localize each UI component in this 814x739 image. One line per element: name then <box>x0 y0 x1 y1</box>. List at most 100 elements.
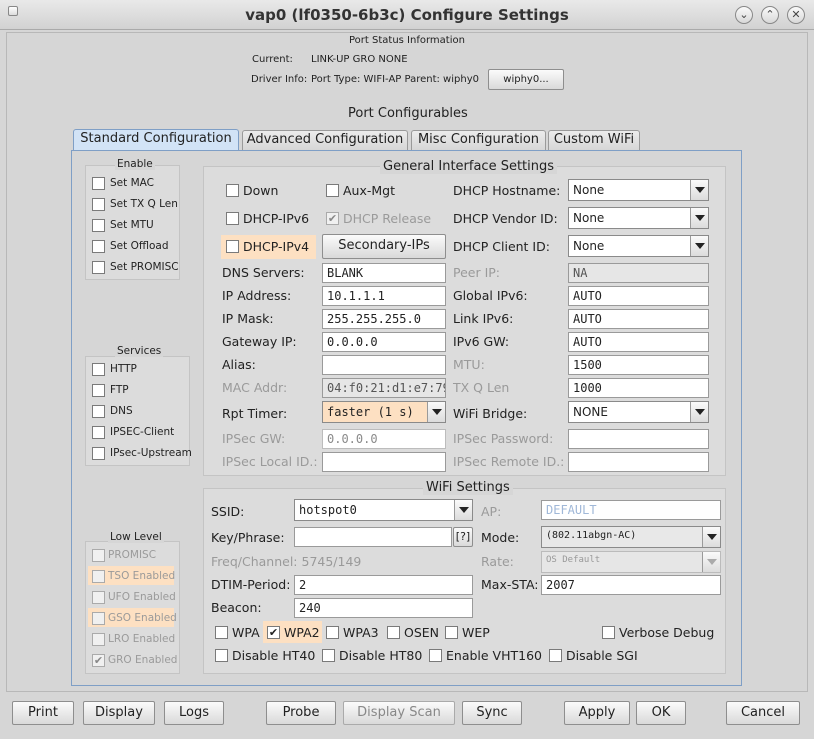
sync-button[interactable]: Sync <box>462 701 522 725</box>
wep-checkbox[interactable] <box>445 626 458 639</box>
set-mtu-checkbox[interactable] <box>92 219 105 232</box>
ipsec-local-id-input[interactable] <box>322 452 446 472</box>
mode-select[interactable]: (802.11abgn-AC) <box>541 526 721 548</box>
port-status-header: Port Status Information <box>349 35 465 46</box>
probe-button[interactable]: Probe <box>266 701 336 725</box>
disable-sgi-label: Disable SGI <box>566 648 638 663</box>
tab-custom-wifi[interactable]: Custom WiFi <box>548 130 640 150</box>
dtim-period-input[interactable]: 2 <box>294 575 473 595</box>
peer-ip-label: Peer IP: <box>453 265 501 280</box>
enable-vht160-checkbox[interactable] <box>429 649 442 662</box>
print-button[interactable]: Print <box>12 701 74 725</box>
key-help-button[interactable]: [?] <box>453 527 473 547</box>
tab-standard-configuration[interactable]: Standard Configuration <box>73 129 239 151</box>
set-mac-checkbox[interactable] <box>92 177 105 190</box>
chevron-down-icon <box>690 402 708 422</box>
aux-mgt-checkbox[interactable] <box>326 184 339 197</box>
txq-len-input[interactable]: 1000 <box>568 378 709 398</box>
set-txqlen-checkbox[interactable] <box>92 198 105 211</box>
wpa3-checkbox[interactable] <box>326 626 339 639</box>
wpa2-checkbox[interactable]: ✔ <box>267 626 280 639</box>
dhcp-release-label: DHCP Release <box>343 211 432 226</box>
set-offload-label: Set Offload <box>110 240 169 252</box>
lro-checkbox[interactable] <box>92 633 105 646</box>
mac-addr-input[interactable]: 04:f0:21:d1:e7:79 <box>322 378 446 398</box>
rpt-timer-select[interactable]: faster (1 s) <box>322 401 446 423</box>
close-icon[interactable]: ✕ <box>787 6 805 24</box>
gso-checkbox[interactable] <box>92 612 105 625</box>
dns-checkbox[interactable] <box>92 405 105 418</box>
wifi-settings-title: WiFi Settings <box>423 480 513 495</box>
gro-checkbox[interactable]: ✔ <box>92 654 105 667</box>
osen-checkbox[interactable] <box>387 626 400 639</box>
global-ipv6-label: Global IPv6: <box>453 288 528 303</box>
verbose-debug-checkbox[interactable] <box>602 626 615 639</box>
osen-label: OSEN <box>404 625 440 640</box>
maximize-icon[interactable]: ⌃ <box>761 6 779 24</box>
ip-address-input[interactable]: 10.1.1.1 <box>322 286 446 306</box>
ufo-checkbox[interactable] <box>92 591 105 604</box>
ipsec-client-checkbox[interactable] <box>92 426 105 439</box>
key-phrase-input[interactable] <box>294 527 452 547</box>
tab-advanced-configuration[interactable]: Advanced Configuration <box>242 130 408 150</box>
gateway-ip-input[interactable]: 0.0.0.0 <box>322 332 446 352</box>
tab-misc-configuration[interactable]: Misc Configuration <box>411 130 546 150</box>
secondary-ips-button[interactable]: Secondary-IPs <box>322 234 446 259</box>
dhcp-vendor-select[interactable]: None <box>568 207 709 229</box>
ok-button[interactable]: OK <box>636 701 686 725</box>
down-label: Down <box>243 183 279 198</box>
chevron-down-icon <box>690 236 708 256</box>
http-checkbox[interactable] <box>92 363 105 376</box>
minimize-icon[interactable]: ⌄ <box>735 6 753 24</box>
disable-ht80-checkbox[interactable] <box>322 649 335 662</box>
dhcp-ipv6-checkbox[interactable] <box>226 212 239 225</box>
ipsec-remote-id-input[interactable] <box>568 452 709 472</box>
ipv6-gw-input[interactable]: AUTO <box>568 332 709 352</box>
dhcp-ipv4-checkbox[interactable] <box>226 240 239 253</box>
disable-ht40-checkbox[interactable] <box>215 649 228 662</box>
max-sta-input[interactable]: 2007 <box>541 575 721 595</box>
beacon-input[interactable]: 240 <box>294 598 473 618</box>
wpa2-label: WPA2 <box>284 625 320 640</box>
wifi-bridge-select[interactable]: NONE <box>568 401 709 423</box>
ipsec-password-input[interactable] <box>568 429 709 449</box>
alias-input[interactable] <box>322 355 446 375</box>
beacon-label: Beacon: <box>211 600 262 615</box>
global-ipv6-input[interactable]: AUTO <box>568 286 709 306</box>
ftp-checkbox[interactable] <box>92 384 105 397</box>
cancel-button[interactable]: Cancel <box>726 701 800 725</box>
set-mtu-label: Set MTU <box>110 219 154 231</box>
ip-mask-input[interactable]: 255.255.255.0 <box>322 309 446 329</box>
dhcp-ipv6-label: DHCP-IPv6 <box>243 211 310 226</box>
display-scan-button[interactable]: Display Scan <box>343 701 455 725</box>
disable-ht40-label: Disable HT40 <box>232 648 316 663</box>
apply-button[interactable]: Apply <box>564 701 630 725</box>
set-promisc-checkbox[interactable] <box>92 261 105 274</box>
peer-ip-input[interactable]: NA <box>568 263 709 283</box>
driver-info-value: Port Type: WIFI-AP Parent: wiphy0 <box>311 74 479 85</box>
rate-select[interactable]: OS Default <box>541 551 721 573</box>
current-label: Current: <box>252 54 293 65</box>
ipsec-upstream-checkbox[interactable] <box>92 447 105 460</box>
ssid-select[interactable]: hotspot0 <box>294 499 473 521</box>
tso-checkbox[interactable] <box>92 570 105 583</box>
link-ipv6-input[interactable]: AUTO <box>568 309 709 329</box>
verbose-debug-label: Verbose Debug <box>619 625 715 640</box>
chevron-down-icon <box>427 402 445 422</box>
mode-label: Mode: <box>481 530 520 545</box>
wpa-checkbox[interactable] <box>215 626 228 639</box>
dhcp-release-checkbox[interactable]: ✔ <box>326 212 339 225</box>
down-checkbox[interactable] <box>226 184 239 197</box>
ipsec-gw-input[interactable]: 0.0.0.0 <box>322 429 446 449</box>
logs-button[interactable]: Logs <box>164 701 224 725</box>
dhcp-client-select[interactable]: None <box>568 235 709 257</box>
promisc-checkbox[interactable] <box>92 549 105 562</box>
disable-sgi-checkbox[interactable] <box>549 649 562 662</box>
dns-servers-input[interactable]: BLANK <box>322 263 446 283</box>
dhcp-hostname-select[interactable]: None <box>568 179 709 201</box>
mtu-input[interactable]: 1500 <box>568 355 709 375</box>
set-offload-checkbox[interactable] <box>92 240 105 253</box>
parent-port-button[interactable]: wiphy0... <box>488 69 564 90</box>
ap-input[interactable]: DEFAULT <box>541 500 721 520</box>
display-button[interactable]: Display <box>83 701 155 725</box>
